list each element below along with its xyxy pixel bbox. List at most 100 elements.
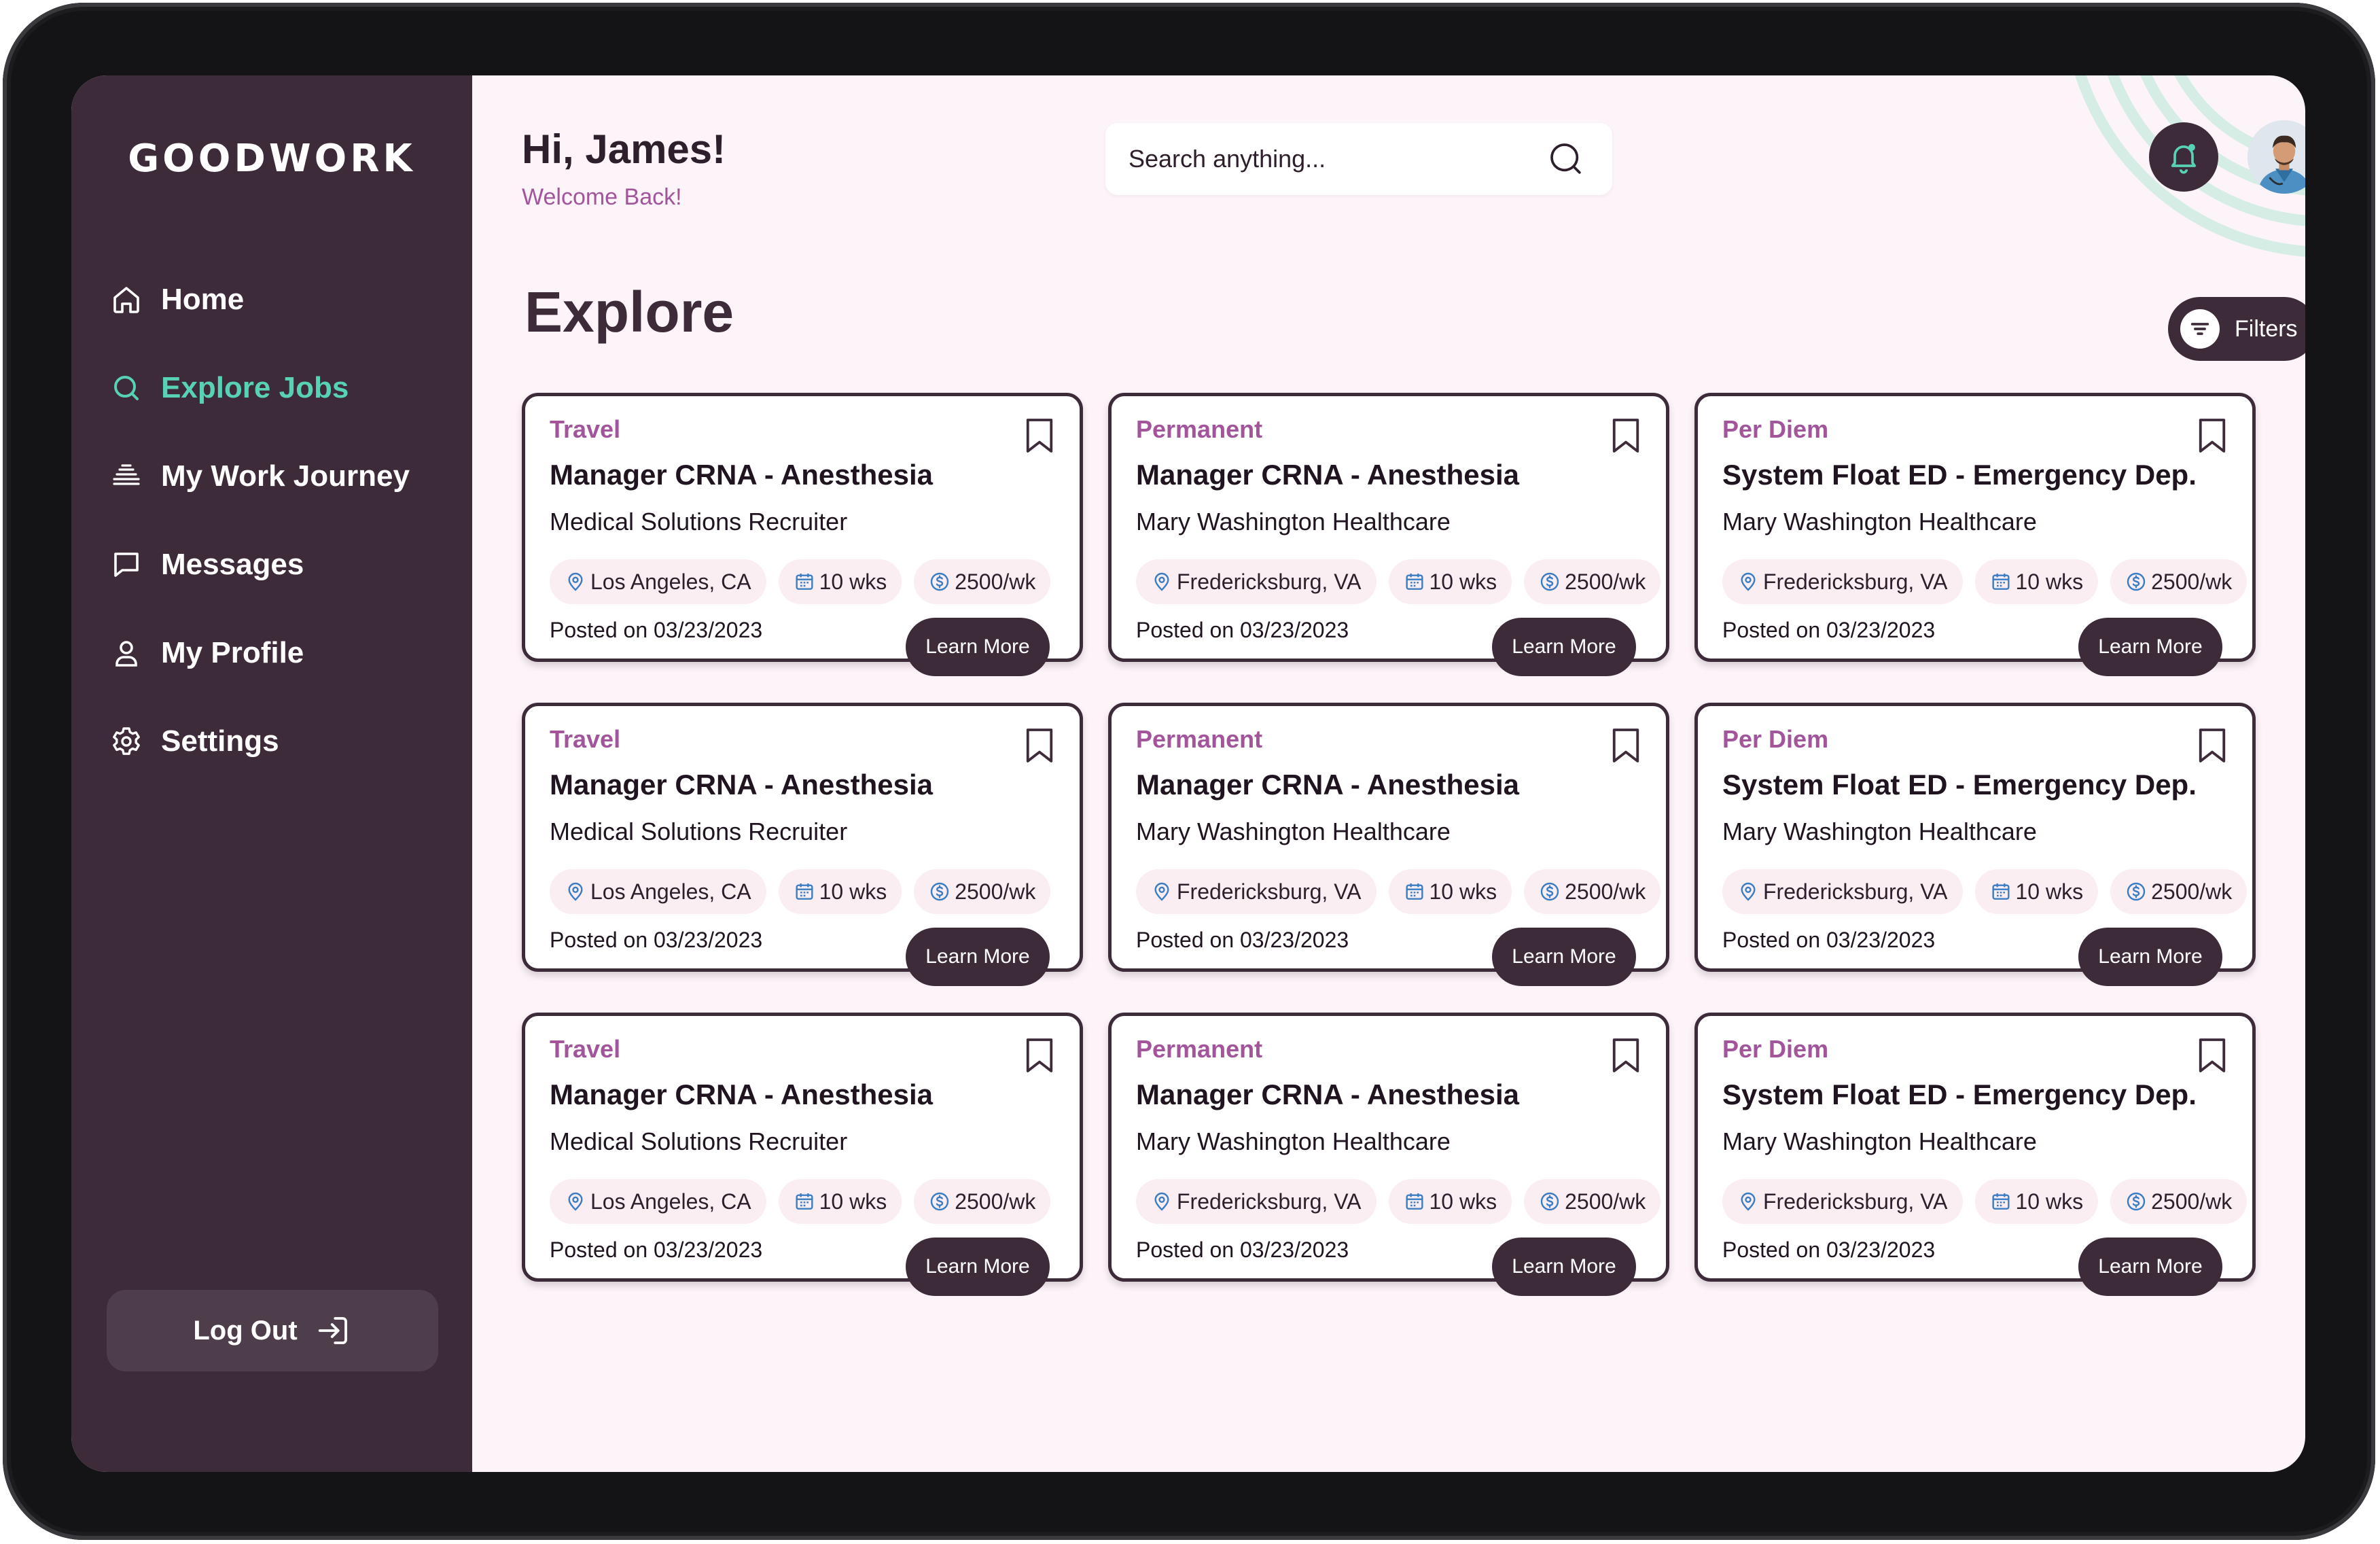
bookmark-icon[interactable]: [2197, 417, 2228, 455]
location-pin-icon: [568, 1192, 583, 1211]
pay-text: 2500/wk: [1565, 1189, 1646, 1214]
decorative-arcs: [2075, 75, 2305, 257]
job-company: Medical Solutions Recruiter: [550, 818, 848, 845]
location-text: Fredericksburg, VA: [1763, 879, 1948, 904]
journey-icon: [107, 457, 146, 496]
location-chip: Fredericksburg, VA: [1722, 1179, 1963, 1224]
job-title: System Float ED - Emergency Dep.: [1722, 769, 2197, 801]
duration-chip: 10 wks: [1388, 559, 1512, 604]
bookmark-icon[interactable]: [1610, 1036, 1641, 1074]
app-screen: GOODWORK Home Explore Jobs My Work Journ…: [71, 75, 2305, 1472]
job-card[interactable]: Per Diem System Float ED - Emergency Dep…: [1694, 393, 2259, 676]
pay-text: 2500/wk: [2151, 879, 2233, 904]
posted-date: Posted on 03/23/2023: [1136, 928, 1349, 952]
user-icon: [107, 633, 146, 673]
job-card[interactable]: Per Diem System Float ED - Emergency Dep…: [1694, 703, 2259, 986]
calendar-icon: [796, 574, 813, 590]
main-content: Hi, James! Welcome Back! Search anything…: [472, 75, 2305, 1472]
brand-logo: GOODWORK: [128, 137, 416, 181]
learn-more-button[interactable]: Learn More: [1492, 1238, 1636, 1296]
sidebar-item-my-work-journey[interactable]: My Work Journey: [107, 449, 460, 504]
job-card[interactable]: Permanent Manager CRNA - Anesthesia Mary…: [1108, 393, 1669, 676]
calendar-icon: [1405, 574, 1423, 590]
location-chip: Los Angeles, CA: [550, 559, 766, 604]
sidebar-item-home[interactable]: Home: [107, 273, 460, 327]
duration-chip: 10 wks: [1974, 1179, 2099, 1224]
job-card[interactable]: Travel Manager CRNA - Anesthesia Medical…: [522, 1013, 1083, 1296]
learn-more-button[interactable]: Learn More: [906, 928, 1050, 986]
sidebar-item-messages[interactable]: Messages: [107, 538, 460, 592]
bookmark-icon[interactable]: [1024, 726, 1055, 765]
duration-chip: 10 wks: [1388, 869, 1512, 914]
location-chip: Fredericksburg, VA: [1136, 559, 1377, 604]
location-pin-icon: [568, 882, 583, 901]
sidebar-item-settings[interactable]: Settings: [107, 714, 460, 769]
job-card[interactable]: Travel Manager CRNA - Anesthesia Medical…: [522, 703, 1083, 986]
location-text: Fredericksburg, VA: [1177, 879, 1362, 904]
pay-chip: 2500/wk: [914, 559, 1051, 604]
filters-button[interactable]: Filters: [2168, 297, 2305, 361]
learn-more-button[interactable]: Learn More: [2078, 618, 2222, 676]
job-card[interactable]: Per Diem System Float ED - Emergency Dep…: [1694, 1013, 2256, 1296]
posted-date: Posted on 03/23/2023: [1136, 1238, 1349, 1262]
dollar-icon: [930, 882, 949, 901]
location-text: Fredericksburg, VA: [1763, 569, 1948, 594]
learn-more-button[interactable]: Learn More: [2078, 1238, 2222, 1296]
location-chip: Fredericksburg, VA: [1722, 559, 1963, 604]
location-chip: Fredericksburg, VA: [1722, 869, 1963, 914]
sidebar-item-explore-jobs[interactable]: Explore Jobs: [107, 361, 460, 415]
location-text: Fredericksburg, VA: [1177, 1189, 1362, 1214]
job-card[interactable]: Travel Manager CRNA - Anesthesia Medical…: [522, 393, 1083, 676]
sidebar: GOODWORK Home Explore Jobs My Work Journ…: [71, 75, 472, 1472]
job-tags: Fredericksburg, VA 10 wks 2500/wk: [1722, 869, 2259, 914]
duration-text: 10 wks: [2015, 879, 2084, 904]
bookmark-icon[interactable]: [1024, 1036, 1055, 1074]
posted-date: Posted on 03/23/2023: [550, 928, 763, 952]
job-type: Permanent: [1136, 415, 1263, 443]
duration-text: 10 wks: [2015, 1189, 2084, 1214]
pay-text: 2500/wk: [2151, 569, 2233, 594]
calendar-icon: [1991, 883, 2010, 900]
location-text: Fredericksburg, VA: [1763, 1189, 1948, 1214]
job-company: Medical Solutions Recruiter: [550, 508, 848, 536]
job-tags: Fredericksburg, VA 10 wks 2500/wk: [1722, 559, 2259, 604]
job-type: Travel: [550, 415, 621, 443]
bookmark-icon[interactable]: [1610, 417, 1641, 455]
learn-more-button[interactable]: Learn More: [1492, 618, 1636, 676]
sidebar-item-my-profile[interactable]: My Profile: [107, 626, 460, 680]
location-pin-icon: [1154, 572, 1169, 591]
search-icon[interactable]: [1547, 140, 1585, 178]
logout-label: Log Out: [193, 1315, 298, 1346]
bookmark-icon[interactable]: [1024, 417, 1055, 455]
pay-chip: 2500/wk: [1524, 559, 1661, 604]
sidebar-item-label: My Profile: [161, 636, 304, 669]
bookmark-icon[interactable]: [2197, 726, 2228, 765]
bookmark-icon[interactable]: [1610, 726, 1641, 765]
job-card[interactable]: Permanent Manager CRNA - Anesthesia Mary…: [1108, 1013, 1669, 1296]
learn-more-button[interactable]: Learn More: [906, 1238, 1050, 1296]
message-icon: [107, 545, 146, 584]
duration-chip: 10 wks: [778, 559, 902, 604]
job-tags: Los Angeles, CA 10 wks 2500/wk: [550, 559, 1063, 604]
posted-date: Posted on 03/23/2023: [1722, 1238, 1936, 1262]
job-card[interactable]: Permanent Manager CRNA - Anesthesia Mary…: [1108, 703, 1669, 986]
job-company: Mary Washington Healthcare: [1136, 508, 1451, 536]
bookmark-icon[interactable]: [2197, 1036, 2228, 1074]
job-title: Manager CRNA - Anesthesia: [550, 769, 934, 801]
location-chip: Los Angeles, CA: [550, 1179, 766, 1224]
search-input[interactable]: [1129, 145, 1547, 173]
posted-date: Posted on 03/23/2023: [1722, 618, 1936, 642]
learn-more-button[interactable]: Learn More: [906, 618, 1050, 676]
learn-more-button[interactable]: Learn More: [1492, 928, 1636, 986]
location-chip: Fredericksburg, VA: [1136, 869, 1377, 914]
job-tags: Fredericksburg, VA 10 wks 2500/wk: [1136, 1179, 1673, 1224]
notifications-button[interactable]: [2149, 122, 2218, 192]
greeting-title: Hi, James!: [522, 126, 726, 172]
job-company: Mary Washington Healthcare: [1722, 508, 2037, 536]
bell-icon: [2171, 143, 2197, 174]
gear-icon: [107, 722, 146, 761]
job-type: Permanent: [1136, 1035, 1263, 1063]
logout-button[interactable]: Log Out: [107, 1290, 438, 1371]
posted-date: Posted on 03/23/2023: [1136, 618, 1349, 642]
learn-more-button[interactable]: Learn More: [2078, 928, 2222, 986]
